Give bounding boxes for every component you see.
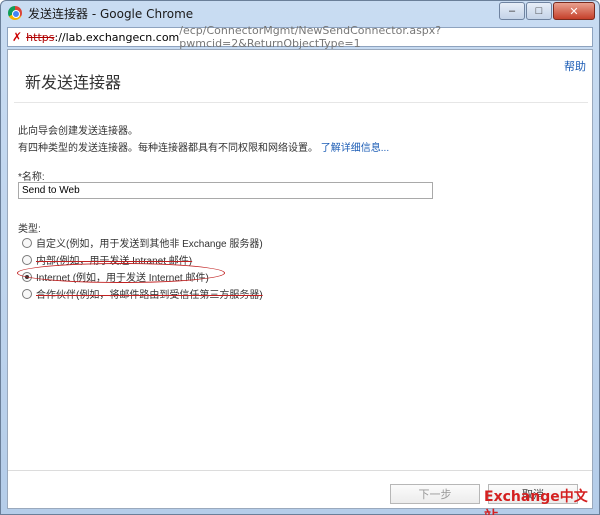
radio-option-partner[interactable]: 合作伙伴(例如，将邮件路由到受信任第三方服务器) (22, 285, 263, 302)
maximize-button[interactable]: □ (526, 2, 552, 20)
intro-text: 此向导会创建发送连接器。 (18, 126, 138, 137)
intro-description-text: 有四种类型的发送连接器。每种连接器都具有不同权限和网络设置。 (18, 143, 318, 154)
radio-button[interactable] (22, 288, 32, 299)
window-controls: – □ ✕ (499, 2, 595, 20)
intro-description: 有四种类型的发送连接器。每种连接器都具有不同权限和网络设置。 了解详细信息... (18, 139, 389, 154)
watermark: Exchange中文站 (484, 489, 588, 515)
title-divider (14, 102, 588, 103)
address-bar[interactable]: ✗ https ://lab.exchangecn.com /ecp/Conne… (7, 24, 593, 50)
close-button[interactable]: ✕ (553, 2, 595, 20)
footer-divider (8, 470, 592, 471)
chrome-logo-icon (8, 6, 22, 20)
url-protocol: https (26, 30, 55, 44)
browser-window: 发送连接器 - Google Chrome – □ ✕ ✗ https ://l… (0, 0, 600, 515)
page-title: 新发送连接器 (25, 73, 122, 92)
url-path: /ecp/ConnectorMgmt/NewSendConnector.aspx… (179, 24, 442, 50)
window-title: 发送连接器 - Google Chrome (28, 6, 194, 21)
name-label: *名称: (18, 172, 45, 183)
annotation-ellipse (17, 263, 225, 283)
radio-label: 合作伙伴(例如，将邮件路由到受信任第三方服务器) (36, 290, 263, 301)
more-info-link[interactable]: 了解详细信息... (321, 143, 389, 154)
radio-button[interactable] (22, 237, 32, 248)
name-input[interactable] (18, 182, 433, 199)
minimize-button[interactable]: – (499, 2, 525, 20)
dialog-content: 新发送连接器 帮助 此向导会创建发送连接器。 有四种类型的发送连接器。每种连接器… (7, 49, 593, 515)
title-bar[interactable]: 发送连接器 - Google Chrome – □ ✕ (1, 1, 599, 25)
next-button[interactable]: 下一步 (390, 484, 480, 504)
insecure-lock-icon: ✗ (12, 30, 23, 44)
help-link[interactable]: 帮助 (564, 58, 586, 74)
radio-option-custom[interactable]: 自定义(例如，用于发送到其他非 Exchange 服务器) (22, 234, 263, 251)
radio-button[interactable] (22, 254, 32, 265)
url-host: ://lab.exchangecn.com (54, 30, 180, 44)
type-label: 类型: (18, 224, 41, 235)
radio-label: 自定义(例如，用于发送到其他非 Exchange 服务器) (36, 239, 263, 250)
